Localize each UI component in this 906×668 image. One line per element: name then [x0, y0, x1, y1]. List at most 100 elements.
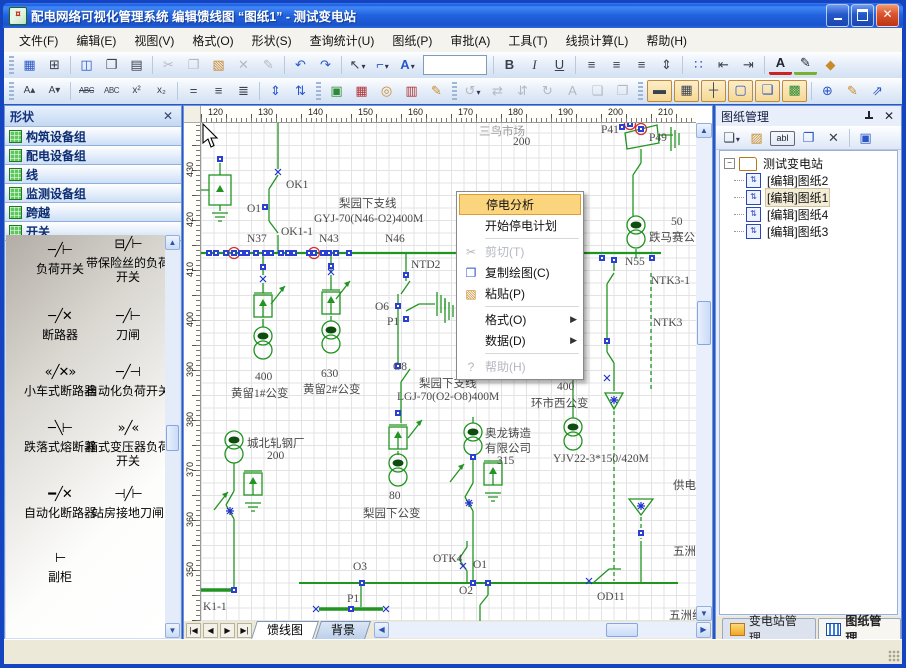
scroll-down-icon[interactable]: ▼ [696, 606, 712, 621]
italic-icon[interactable]: I [523, 55, 546, 75]
scroll-up-icon[interactable]: ▲ [696, 123, 712, 138]
last-sheet-icon[interactable]: ▶| [237, 623, 252, 638]
close-button[interactable]: ✕ [876, 4, 899, 27]
page-preview-icon[interactable]: ❐ [100, 55, 123, 75]
stencil-item[interactable]: ⊢副柜 [18, 551, 102, 584]
scroll-thumb[interactable] [697, 301, 711, 345]
rename-icon[interactable]: abl [770, 131, 795, 146]
align-top-icon[interactable]: = [182, 81, 205, 101]
menubar-item[interactable]: 格式(O) [183, 29, 242, 52]
page-toggle-icon[interactable]: ❏ [755, 80, 780, 102]
fit-text-icon[interactable]: ⇕ [655, 55, 678, 75]
pin-icon[interactable] [865, 111, 874, 122]
ruler-toggle-icon[interactable]: ▬ [647, 80, 672, 102]
align-bottom-icon[interactable]: ≣ [232, 81, 255, 101]
tree-root-station[interactable]: −测试变电站 [720, 155, 897, 172]
menubar-item[interactable]: 工具(T) [499, 29, 556, 52]
menu-item-data[interactable]: 数据(D)▶ [459, 330, 581, 351]
print-icon[interactable]: ▤ [125, 55, 148, 75]
outdent-icon[interactable]: ⇤ [712, 55, 735, 75]
cut-icon[interactable]: ✂ [157, 55, 180, 75]
menubar-item[interactable]: 视图(V) [125, 29, 183, 52]
stencil-item[interactable]: ⊣╱⊢站房接地刀闸 [86, 487, 165, 520]
canvas-horizontal-scrollbar[interactable]: ◀ ▶ [374, 622, 711, 638]
pointer-tool-icon[interactable]: ↖▾ [346, 55, 369, 75]
stencil-item[interactable]: ─╱⊣自动化负荷开关 [86, 365, 165, 398]
tree-item-sheet[interactable]: ⇅[编辑]图纸4 [746, 206, 897, 223]
edit-note-icon[interactable]: ✎ [425, 81, 448, 101]
shapes-group-bar[interactable]: 线 [5, 165, 181, 184]
scroll-up-icon[interactable]: ▲ [165, 235, 180, 250]
menubar-item[interactable]: 帮助(H) [637, 29, 696, 52]
prev-sheet-icon[interactable]: ◀ [203, 623, 218, 638]
text-tool-icon[interactable]: A▾ [396, 55, 419, 75]
menu-item-start-outage-plan[interactable]: 开始停电计划 [459, 215, 581, 236]
stencil-item[interactable]: »╱«箱式变压器负荷开关 [86, 421, 165, 468]
format-painter-icon[interactable]: ✎ [257, 55, 280, 75]
menubar-item[interactable]: 查询统计(U) [301, 29, 384, 52]
rotate-left-icon[interactable]: ↺▾ [461, 81, 484, 101]
new-sheet-icon[interactable]: ❏▾ [720, 128, 743, 148]
bold-icon[interactable]: B [498, 55, 521, 75]
shapes-scrollbar[interactable]: ▲ ▼ [165, 235, 180, 638]
font-decrease-icon[interactable]: A▾ [43, 81, 66, 101]
stencil-item[interactable]: ─╱⊢刀闸 [86, 309, 165, 342]
fill-color-icon[interactable]: ◆ [819, 55, 842, 75]
maximize-button[interactable] [851, 4, 874, 27]
feeder-diagram-canvas[interactable]: 三鸟市场200P41P49OK1O1OK1-1梨园下支线GYJ-70(N46-O… [201, 123, 696, 621]
line-color-icon[interactable]: ✎ [794, 55, 817, 75]
menu-item-format[interactable]: 格式(O)▶ [459, 309, 581, 330]
canvas-vertical-scrollbar[interactable]: ▲ ▼ [696, 123, 712, 621]
menubar-item[interactable]: 编辑(E) [67, 29, 125, 52]
menubar-item[interactable]: 线损计算(L) [557, 29, 638, 52]
redo-icon[interactable]: ↷ [314, 55, 337, 75]
copy-icon[interactable]: ❐ [182, 55, 205, 75]
tree-item-sheet[interactable]: ⇅[编辑]图纸1 [746, 189, 897, 206]
menubar-item[interactable]: 审批(A) [441, 29, 499, 52]
data-table-icon[interactable]: ⊞ [43, 55, 66, 75]
indent-icon[interactable]: ⇥ [737, 55, 760, 75]
subscript-icon[interactable]: x₂ [150, 81, 173, 101]
rotate-cw-icon[interactable]: ↻ [536, 81, 559, 101]
flip-vertical-icon[interactable]: ⇵ [511, 81, 534, 101]
send-back-icon[interactable]: ❐ [611, 81, 634, 101]
superscript-icon[interactable]: x² [125, 81, 148, 101]
align-left-icon[interactable]: ≡ [580, 55, 603, 75]
minimize-button[interactable] [826, 4, 849, 27]
grid-toggle-icon[interactable]: ▦ [674, 80, 699, 102]
flip-horizontal-icon[interactable]: ⇄ [486, 81, 509, 101]
delete-sheet-icon[interactable]: ✕ [822, 128, 845, 148]
font-color-icon[interactable]: A [769, 55, 792, 75]
monitor-view-icon[interactable]: ▣ [325, 81, 348, 101]
shapes-group-bar[interactable]: 跨越 [5, 203, 181, 222]
text-direction-icon[interactable]: A [561, 81, 584, 101]
menubar-item[interactable]: 文件(F) [10, 29, 67, 52]
scroll-left-icon[interactable]: ◀ [374, 622, 389, 638]
drawings-panel-close-icon[interactable]: ✕ [882, 109, 896, 123]
paste-icon[interactable]: ▧ [207, 55, 230, 75]
shapes-panel-close-icon[interactable]: ✕ [160, 109, 176, 123]
marquee-toggle-icon[interactable]: ▢ [728, 80, 753, 102]
check-table-icon[interactable]: ▦ [350, 81, 373, 101]
scroll-right-icon[interactable]: ▶ [696, 622, 711, 638]
panel-tab-图纸管理[interactable]: 图纸管理 [818, 618, 901, 639]
guides-toggle-icon[interactable]: ┼ [701, 80, 726, 102]
connector-arrow-icon[interactable]: ⇗ [866, 81, 889, 101]
shapes-group-bar[interactable]: 构筑设备组 [5, 127, 181, 146]
sheet-tab-馈线图[interactable]: 馈线图 [251, 621, 319, 639]
align-right-icon[interactable]: ≡ [630, 55, 653, 75]
strikethrough-icon[interactable]: ABC [75, 81, 98, 101]
undo-icon[interactable]: ↶ [289, 55, 312, 75]
menubar-item[interactable]: 图纸(P) [383, 29, 441, 52]
scroll-down-icon[interactable]: ▼ [165, 623, 180, 638]
menu-item-paste[interactable]: ▧粘贴(P) [459, 283, 581, 304]
shapes-group-bar[interactable]: 监测设备组 [5, 184, 181, 203]
sheet-tab-背景[interactable]: 背景 [315, 621, 371, 639]
stamp-icon[interactable]: ▥ [400, 81, 423, 101]
bullets-icon[interactable]: ∷ [687, 55, 710, 75]
bring-front-icon[interactable]: ❏ [586, 81, 609, 101]
save-icon[interactable]: ◫ [75, 55, 98, 75]
first-sheet-icon[interactable]: |◀ [186, 623, 201, 638]
tree-item-sheet[interactable]: ⇅[编辑]图纸2 [746, 172, 897, 189]
spacing-decrease-icon[interactable]: ⇅ [289, 81, 312, 101]
